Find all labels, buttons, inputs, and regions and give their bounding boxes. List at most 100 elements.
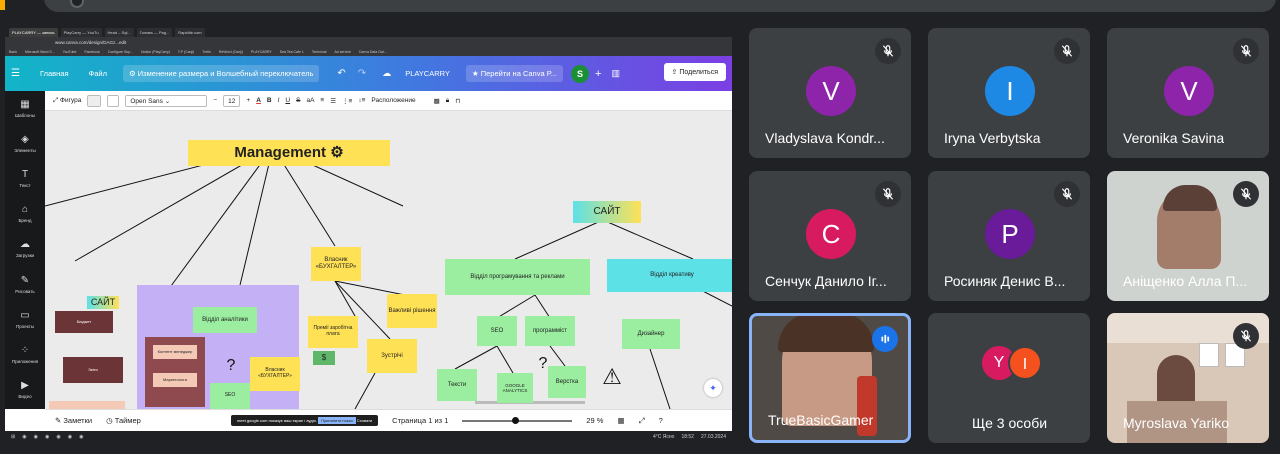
timer-button[interactable]: ◷ Таймер — [106, 416, 141, 425]
address-bar[interactable]: www.canva.com/design/DAGz...edit — [5, 37, 732, 48]
browser-tab[interactable]: PLAYCARRY — запись — [9, 28, 58, 37]
participant-tile[interactable]: C Сенчук Данило Іг... — [749, 171, 911, 301]
sidebar-item-draw[interactable]: ✎ Рисовать — [15, 275, 34, 304]
zoom-slider-thumb[interactable] — [512, 416, 520, 424]
owner-node[interactable]: Власник «БУХГАЛТЕР» — [311, 247, 361, 281]
taskbar-app-icon[interactable]: ◉ — [79, 434, 83, 440]
transparency-icon[interactable]: ▩ — [434, 97, 440, 105]
browser-tab[interactable]: Голова — Pag... — [136, 28, 173, 37]
numbered-list-icon[interactable]: ⋮≡ — [342, 97, 352, 105]
budget-node[interactable]: Бюджет — [55, 311, 113, 333]
google-analytics-node[interactable]: GOOGLE ANALYTICS — [497, 373, 533, 403]
bookmark[interactable]: Ad service — [334, 48, 350, 56]
bookmark[interactable]: Configure Sup... — [108, 48, 133, 56]
magic-sparkle-icon[interactable]: ✦ — [704, 379, 722, 397]
dev-ads-node[interactable]: Відділ програмування та реклами — [445, 259, 590, 295]
bookmark[interactable]: Bank — [9, 48, 17, 56]
notes-button[interactable]: ✎ Заметки — [55, 416, 92, 425]
participant-tile[interactable]: P Росиняк Денис В... — [928, 171, 1090, 301]
fullscreen-icon[interactable]: ⤢ — [639, 416, 645, 426]
case-icon[interactable]: aA — [306, 97, 314, 104]
font-increase-button[interactable]: + — [246, 97, 250, 104]
management-node[interactable]: Management ⚙ — [188, 140, 390, 166]
upgrade-button[interactable]: ★ Перейти на Canva P... — [465, 65, 563, 82]
bottom-note-node[interactable] — [49, 401, 125, 409]
underline-icon[interactable]: U — [285, 97, 290, 104]
hide-button[interactable]: Сховати — [357, 418, 372, 423]
marketer-node[interactable]: Маркетологи — [153, 373, 197, 387]
bookmark[interactable]: ReWord (Canji) — [219, 48, 243, 56]
bookmark[interactable]: PLAYCARRY — [251, 48, 272, 56]
menu-icon[interactable]: ☰ — [11, 68, 20, 79]
browser-tab[interactable]: PlayCarry — YouTu — [60, 28, 102, 37]
font-size-input[interactable]: 12 — [223, 94, 241, 107]
meetings-node[interactable]: Зустрічі — [367, 339, 417, 373]
designer-node[interactable]: Дизайнер — [622, 319, 680, 349]
taskbar-app-icon[interactable]: ◉ — [56, 434, 60, 440]
sidebar-item-elements[interactable]: ◈ Элементы — [14, 134, 36, 163]
decisions-node[interactable]: Важливі рішення — [387, 294, 437, 328]
bookmark[interactable]: T.P (Canji) — [178, 48, 194, 56]
participant-tile[interactable]: V Vladyslava Kondr... — [749, 28, 911, 158]
bookmark[interactable]: YouTube — [63, 48, 77, 56]
undo-icon[interactable]: ↶ — [337, 68, 345, 79]
add-collaborator-icon[interactable]: + — [595, 68, 601, 80]
bookmark[interactable]: Notion (PlayCarry) — [141, 48, 170, 56]
windows-icon[interactable]: ⊞ — [11, 434, 15, 440]
font-select[interactable]: Open Sans ⌄ — [125, 94, 208, 107]
fill-color-swatch[interactable] — [87, 94, 102, 107]
text-color-icon[interactable]: A — [256, 97, 261, 104]
strikethrough-icon[interactable]: S — [296, 97, 300, 104]
sidebar-item-brand[interactable]: ⌂ Бренд — [18, 204, 31, 233]
owner-node-2[interactable]: Власник «БУХГАЛТЕР» — [250, 357, 300, 391]
sidebar-item-projects[interactable]: ▭ Проекты — [16, 310, 34, 339]
border-style-icon[interactable] — [107, 94, 120, 107]
design-canvas[interactable]: Management ⚙ САЙТ САЙТ Власник «БУХГАЛТЕ… — [45, 111, 732, 409]
position-button[interactable]: Расположение — [371, 97, 415, 104]
site-node[interactable]: САЙТ — [573, 201, 641, 223]
spacing-icon[interactable]: ↕≡ — [358, 97, 365, 104]
browser-tab[interactable]: Head – Sql... — [104, 28, 134, 37]
shape-tool[interactable]: ⤢ Фигура — [53, 97, 81, 105]
participant-tile[interactable]: V Veronika Savina — [1107, 28, 1269, 158]
creative-node[interactable]: Відділ креативу — [607, 259, 732, 292]
weather-widget[interactable]: 4°C Ясно — [653, 434, 674, 440]
insights-icon[interactable]: ▥ — [611, 68, 620, 79]
list-icon[interactable]: ☰ — [330, 97, 336, 105]
sidebar-item-text[interactable]: T Текст — [19, 169, 30, 198]
taskbar-app-icon[interactable]: ◉ — [68, 434, 72, 440]
seo-node[interactable]: SEO — [477, 316, 517, 346]
reports-node[interactable]: Звіти — [63, 357, 123, 383]
content-node[interactable]: Контент менеджер — [153, 345, 197, 359]
bookmark[interactable]: Technical — [312, 48, 327, 56]
earn-node[interactable]: Премії заробітна плата — [308, 316, 358, 348]
page-indicator[interactable]: Страница 1 из 1 — [392, 416, 448, 425]
bookmark[interactable]: Microsoft Word S... — [25, 48, 55, 56]
font-decrease-button[interactable]: − — [213, 97, 217, 104]
taskbar-app-icon[interactable]: ◉ — [34, 434, 38, 440]
bookmark[interactable]: Facebook — [84, 48, 99, 56]
taskbar-app-icon[interactable]: ◉ — [45, 434, 49, 440]
analytics-node[interactable]: Відділ аналітики — [193, 307, 257, 333]
cloud-save-icon[interactable]: ☁ — [382, 68, 391, 79]
stop-sharing-button[interactable]: Припинити показ — [318, 417, 356, 424]
sidebar-item-apps[interactable]: ⁘ Приложения — [12, 345, 38, 374]
site-node-small[interactable]: САЙТ — [87, 296, 119, 309]
more-participants-tile[interactable]: Y I Ще 3 особи — [928, 313, 1090, 443]
programmer-node[interactable]: программіст — [525, 316, 575, 346]
participant-video-tile[interactable]: Аніщенко Алла П... — [1107, 171, 1269, 301]
design-title[interactable]: PLAYCARRY — [405, 69, 450, 78]
grid-view-icon[interactable]: ▦ — [617, 416, 624, 425]
participant-video-tile[interactable]: Myroslava Yariko — [1107, 313, 1269, 443]
bold-icon[interactable]: B — [267, 97, 272, 104]
zoom-level[interactable]: 29 % — [586, 416, 603, 425]
share-button[interactable]: ⇪ Поделиться — [663, 63, 726, 81]
zoom-slider[interactable] — [462, 416, 573, 424]
redo-icon[interactable]: ↷ — [358, 68, 366, 79]
home-button[interactable]: Главная — [40, 69, 69, 78]
file-menu[interactable]: Файл — [89, 69, 107, 78]
bookmark[interactable]: Trello — [202, 48, 211, 56]
texts-node[interactable]: Тексти — [437, 369, 477, 401]
lock-icon[interactable]: 🔒︎ — [446, 97, 449, 105]
participant-tile[interactable]: I Iryna Verbytska — [928, 28, 1090, 158]
